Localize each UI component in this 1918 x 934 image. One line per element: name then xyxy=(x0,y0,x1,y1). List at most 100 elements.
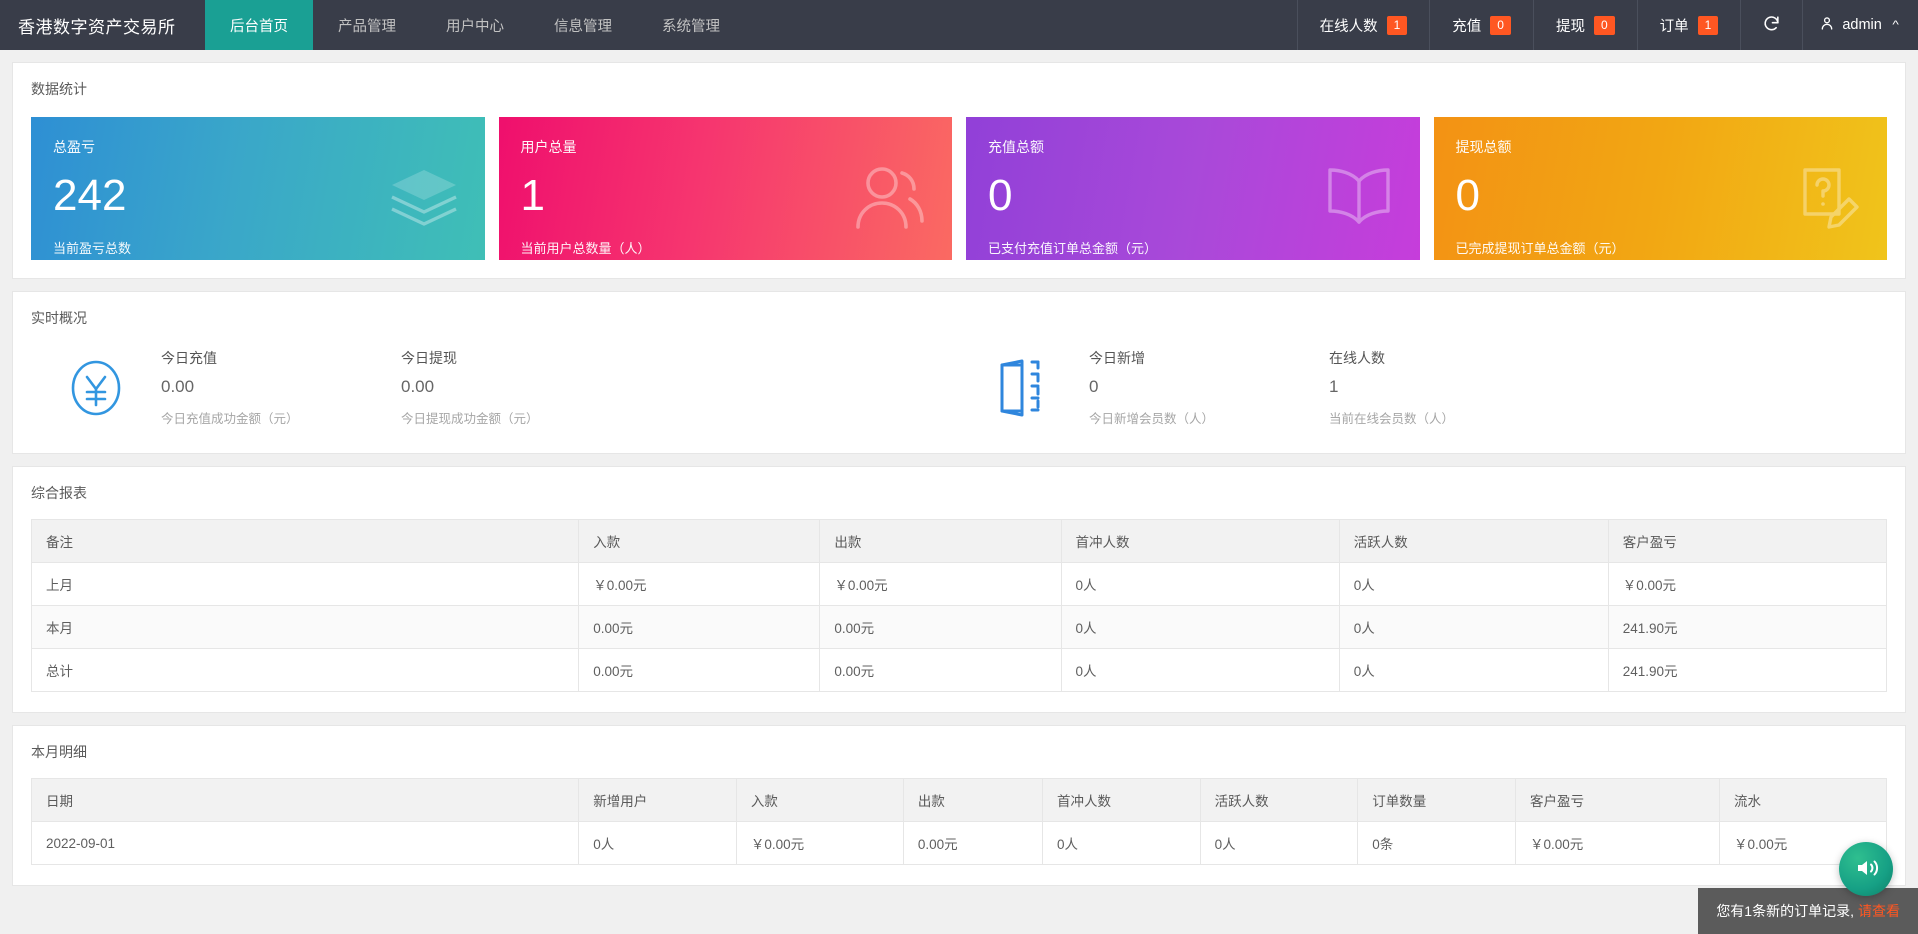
comprehensive-report-title: 综合报表 xyxy=(13,467,1905,503)
cell-deposit: ￥0.00元 xyxy=(579,563,820,606)
col-active-count: 活跃人数 xyxy=(1200,779,1358,822)
overview-item-name: 今日充值 xyxy=(161,348,401,368)
table-header-row: 备注 入款 出款 首冲人数 活跃人数 客户盈亏 xyxy=(32,520,1887,563)
nav-item-system-management[interactable]: 系统管理 xyxy=(637,0,745,50)
yuan-circle-icon xyxy=(31,357,161,419)
cell-first-charge-count: 0人 xyxy=(1061,606,1339,649)
cell-date: 2022-09-01 xyxy=(32,822,579,865)
table-row: 总计 0.00元 0.00元 0人 0人 241.90元 xyxy=(32,649,1887,692)
page-content: 数据统计 总盈亏 242 当前盈亏总数 用户总量 1 当前用户总数量（人） xyxy=(0,50,1918,910)
stat-card-label: 提现总额 xyxy=(1456,137,1866,157)
avatar-icon xyxy=(1819,15,1835,35)
refresh-button[interactable] xyxy=(1740,0,1802,50)
header-stat-orders[interactable]: 订单 1 xyxy=(1637,0,1741,50)
header-stat-withdraw-badge: 0 xyxy=(1594,16,1615,35)
header-stat-withdraw-label: 提现 xyxy=(1556,15,1585,36)
sound-notification-button[interactable] xyxy=(1839,842,1893,896)
overview-group-left: 今日充值 0.00 今日充值成功金额（元） 今日提现 0.00 今日提现成功金额… xyxy=(31,348,959,427)
table-header-row: 日期 新增用户 入款 出款 首冲人数 活跃人数 订单数量 客户盈亏 流水 xyxy=(32,779,1887,822)
header-right-group: 在线人数 1 充值 0 提现 0 订单 1 xyxy=(1297,0,1918,50)
col-withdraw: 出款 xyxy=(820,520,1061,563)
door-exit-icon xyxy=(959,359,1089,417)
nav-item-product-management[interactable]: 产品管理 xyxy=(313,0,421,50)
col-deposit: 入款 xyxy=(736,779,903,822)
nav-item-home[interactable]: 后台首页 xyxy=(205,0,313,50)
realtime-overview-panel: 实时概况 今日充值 0.00 今日充值成功金额（元） xyxy=(12,291,1906,454)
realtime-overview-title: 实时概况 xyxy=(13,292,1905,328)
cell-first-charge-count: 0人 xyxy=(1061,649,1339,692)
cell-remark: 总计 xyxy=(32,649,579,692)
col-active-count: 活跃人数 xyxy=(1339,520,1608,563)
brand-title: 香港数字资产交易所 xyxy=(0,0,205,50)
overview-item-online-users: 在线人数 1 当前在线会员数（人） xyxy=(1329,348,1569,427)
order-notification-toast[interactable]: 您有1条新的订单记录, 请查看 xyxy=(1698,888,1918,934)
header-stat-recharge[interactable]: 充值 0 xyxy=(1429,0,1533,50)
cell-deposit: 0.00元 xyxy=(579,649,820,692)
col-deposit: 入款 xyxy=(579,520,820,563)
cell-new-users: 0人 xyxy=(579,822,737,865)
header-stat-online-users-badge: 1 xyxy=(1387,16,1408,35)
overview-item-value: 0 xyxy=(1089,377,1329,397)
cell-remark: 上月 xyxy=(32,563,579,606)
month-detail-title: 本月明细 xyxy=(13,726,1905,762)
header-stat-withdraw[interactable]: 提现 0 xyxy=(1533,0,1637,50)
overview-item-desc: 今日新增会员数（人） xyxy=(1089,408,1329,427)
col-new-users: 新增用户 xyxy=(579,779,737,822)
col-withdraw: 出款 xyxy=(903,779,1042,822)
stat-card-total-recharge[interactable]: 充值总额 0 已支付充值订单总金额（元） xyxy=(966,117,1420,260)
order-notification-message: 您有1条新的订单记录, xyxy=(1716,901,1854,921)
table-row: 上月 ￥0.00元 ￥0.00元 0人 0人 ￥0.00元 xyxy=(32,563,1887,606)
header-stat-online-users-label: 在线人数 xyxy=(1320,15,1378,36)
stat-card-total-users[interactable]: 用户总量 1 当前用户总数量（人） xyxy=(499,117,953,260)
col-date: 日期 xyxy=(32,779,579,822)
overview-item-value: 1 xyxy=(1329,377,1569,397)
overview-item-desc: 今日提现成功金额（元） xyxy=(401,408,641,427)
stat-card-label: 充值总额 xyxy=(988,137,1398,157)
top-header-bar: 香港数字资产交易所 后台首页 产品管理 用户中心 信息管理 系统管理 在线人数 … xyxy=(0,0,1918,50)
month-detail-panel: 本月明细 日期 新增用户 入款 出款 首冲人数 活跃人数 订单数量 xyxy=(12,725,1906,886)
nav-item-info-management[interactable]: 信息管理 xyxy=(529,0,637,50)
cell-active-count: 0人 xyxy=(1339,649,1608,692)
cell-withdraw: ￥0.00元 xyxy=(820,563,1061,606)
stat-card-value: 1 xyxy=(521,174,931,218)
cell-deposit: 0.00元 xyxy=(579,606,820,649)
realtime-overview-body: 今日充值 0.00 今日充值成功金额（元） 今日提现 0.00 今日提现成功金额… xyxy=(13,328,1905,453)
table-row: 本月 0.00元 0.00元 0人 0人 241.90元 xyxy=(32,606,1887,649)
user-name: admin xyxy=(1842,17,1882,33)
cell-first-charge-count: 0人 xyxy=(1042,822,1200,865)
cell-customer-profit-loss: 241.90元 xyxy=(1608,606,1886,649)
overview-item-desc: 今日充值成功金额（元） xyxy=(161,408,401,427)
table-row: 2022-09-01 0人 ￥0.00元 0.00元 0人 0人 0条 ￥0.0… xyxy=(32,822,1887,865)
header-stat-online-users[interactable]: 在线人数 1 xyxy=(1297,0,1430,50)
data-statistics-title: 数据统计 xyxy=(13,63,1905,99)
overview-item-today-new-members: 今日新增 0 今日新增会员数（人） xyxy=(1089,348,1329,427)
cell-first-charge-count: 0人 xyxy=(1061,563,1339,606)
month-detail-table: 日期 新增用户 入款 出款 首冲人数 活跃人数 订单数量 客户盈亏 流水 202… xyxy=(31,778,1887,865)
header-stat-orders-label: 订单 xyxy=(1660,15,1689,36)
user-menu[interactable]: admin ^ xyxy=(1802,0,1918,50)
nav-item-user-center[interactable]: 用户中心 xyxy=(421,0,529,50)
stat-card-sub: 当前用户总数量（人） xyxy=(521,238,931,257)
order-notification-link[interactable]: 请查看 xyxy=(1858,901,1900,921)
month-detail-table-wrap: 日期 新增用户 入款 出款 首冲人数 活跃人数 订单数量 客户盈亏 流水 202… xyxy=(13,762,1905,885)
header-stat-orders-badge: 1 xyxy=(1698,16,1719,35)
col-first-charge-count: 首冲人数 xyxy=(1061,520,1339,563)
overview-item-desc: 当前在线会员数（人） xyxy=(1329,408,1569,427)
stat-card-sub: 当前盈亏总数 xyxy=(53,238,463,257)
cell-withdraw: 0.00元 xyxy=(820,649,1061,692)
stat-card-total-profit-loss[interactable]: 总盈亏 242 当前盈亏总数 xyxy=(31,117,485,260)
overview-item-today-recharge: 今日充值 0.00 今日充值成功金额（元） xyxy=(161,348,401,427)
comprehensive-report-table: 备注 入款 出款 首冲人数 活跃人数 客户盈亏 上月 ￥0.00元 ￥0.00元… xyxy=(31,519,1887,692)
cell-remark: 本月 xyxy=(32,606,579,649)
cell-customer-profit-loss: ￥0.00元 xyxy=(1515,822,1719,865)
cell-active-count: 0人 xyxy=(1200,822,1358,865)
stat-card-label: 总盈亏 xyxy=(53,137,463,157)
stat-card-sub: 已完成提现订单总金额（元） xyxy=(1456,238,1866,257)
cell-withdraw: 0.00元 xyxy=(820,606,1061,649)
cell-customer-profit-loss: 241.90元 xyxy=(1608,649,1886,692)
sound-wave-icon xyxy=(1852,854,1880,885)
stat-card-total-withdraw[interactable]: 提现总额 0 已完成提现订单总金额（元） xyxy=(1434,117,1888,260)
cell-active-count: 0人 xyxy=(1339,563,1608,606)
col-customer-profit-loss: 客户盈亏 xyxy=(1608,520,1886,563)
overview-item-name: 今日新增 xyxy=(1089,348,1329,368)
